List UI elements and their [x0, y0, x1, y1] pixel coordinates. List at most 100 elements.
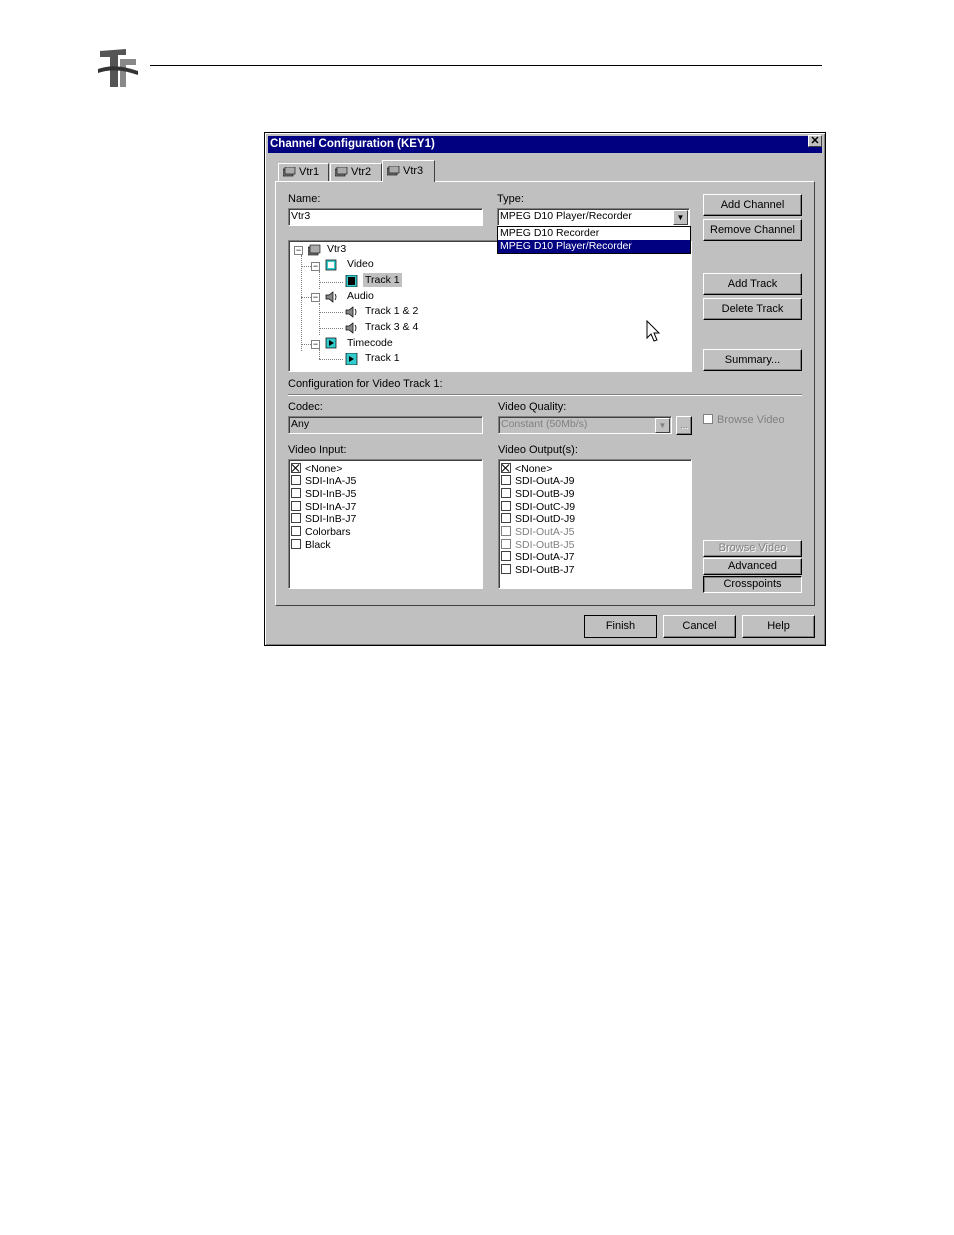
- type-select[interactable]: MPEG D10 Player/Recorder ▼: [497, 208, 690, 226]
- finish-button[interactable]: Finish: [584, 615, 657, 638]
- speaker-icon: [325, 291, 337, 303]
- tab-panel: Name: Vtr3 Type: MPEG D10 Player/Recorde…: [275, 181, 815, 606]
- collapse-icon[interactable]: −: [311, 262, 320, 271]
- list-item-label: SDI-OutC-J9: [515, 501, 576, 513]
- timecode-track-icon: [345, 353, 358, 365]
- list-item[interactable]: SDI-InA-J5: [291, 475, 356, 488]
- list-item-label: SDI-InA-J5: [305, 475, 357, 487]
- checkbox[interactable]: [291, 488, 301, 498]
- type-dropdown-list: MPEG D10 Recorder MPEG D10 Player/Record…: [497, 226, 691, 254]
- remove-channel-button[interactable]: Remove Channel: [703, 219, 802, 241]
- timecode-icon: [325, 337, 337, 349]
- browse-video-button: Browse Video: [703, 540, 802, 557]
- list-item[interactable]: SDI-InB-J5: [291, 488, 356, 501]
- checkbox[interactable]: [501, 551, 511, 561]
- vtr-icon: [308, 244, 321, 256]
- list-item[interactable]: Black: [291, 539, 331, 552]
- list-item-label: <None>: [305, 463, 343, 475]
- tab-vtr1[interactable]: Vtr1: [278, 163, 329, 181]
- checkbox[interactable]: [291, 501, 301, 511]
- browse-video-option: Browse Video: [703, 414, 785, 426]
- checkbox[interactable]: [291, 526, 301, 536]
- tree-node-timecode[interactable]: Timecode: [347, 336, 393, 350]
- list-item[interactable]: SDI-OutB-J7: [501, 564, 575, 577]
- checkbox: [501, 526, 511, 536]
- list-item[interactable]: SDI-OutB-J9: [501, 488, 575, 501]
- checkbox: [501, 539, 511, 549]
- name-field[interactable]: Vtr3: [288, 208, 483, 226]
- tree-node-video[interactable]: Video: [347, 257, 374, 271]
- checkbox[interactable]: [501, 501, 511, 511]
- video-outputs-list[interactable]: <None> SDI-OutA-J9 SDI-OutB-J9 SDI-OutC-…: [498, 459, 692, 589]
- tree-node-audio[interactable]: Audio: [347, 289, 374, 303]
- tab-vtr2[interactable]: Vtr2: [330, 163, 382, 181]
- list-item-label: Colorbars: [305, 526, 351, 538]
- close-button[interactable]: ✕: [808, 135, 822, 147]
- checkbox[interactable]: [291, 513, 301, 523]
- checkbox[interactable]: [501, 463, 511, 473]
- type-select-value: MPEG D10 Player/Recorder: [500, 210, 632, 222]
- tree-node-audio-track-1[interactable]: Track 1 & 2: [365, 304, 418, 318]
- summary-button[interactable]: Summary...: [703, 349, 802, 371]
- video-quality-label: Video Quality:: [498, 401, 567, 413]
- type-label: Type:: [497, 193, 524, 205]
- checkbox[interactable]: [291, 475, 301, 485]
- add-channel-button[interactable]: Add Channel: [703, 194, 802, 216]
- list-item[interactable]: SDI-OutA-J7: [501, 551, 575, 564]
- checkbox[interactable]: [501, 513, 511, 523]
- list-item-label: SDI-OutD-J9: [515, 513, 576, 525]
- delete-track-button[interactable]: Delete Track: [703, 298, 802, 320]
- company-logo-icon: [96, 45, 140, 91]
- header-rule: [150, 65, 822, 66]
- tree-node-video-track[interactable]: Track 1: [363, 273, 402, 287]
- help-button[interactable]: Help: [742, 615, 815, 638]
- tab-vtr3[interactable]: Vtr3: [382, 160, 435, 182]
- checkbox[interactable]: [291, 463, 301, 473]
- config-heading: Configuration for Video Track 1:: [288, 378, 443, 390]
- tree-node-audio-track-2[interactable]: Track 3 & 4: [365, 320, 418, 334]
- vtr-icon: [387, 166, 400, 176]
- checkbox[interactable]: [291, 539, 301, 549]
- video-input-list[interactable]: <None> SDI-InA-J5 SDI-InB-J5 SDI-InA-J7 …: [288, 459, 483, 589]
- channel-tree[interactable]: − Vtr3 − Video Track 1 − Audio Track 1 &…: [288, 240, 692, 372]
- checkbox[interactable]: [501, 475, 511, 485]
- collapse-icon[interactable]: −: [294, 246, 303, 255]
- codec-field: Any: [288, 416, 483, 434]
- dialog-title: Channel Configuration (KEY1): [268, 136, 822, 153]
- video-quality-more-button: ...: [676, 416, 692, 435]
- cancel-button[interactable]: Cancel: [663, 615, 736, 638]
- dropdown-arrow-icon[interactable]: ▼: [673, 210, 688, 225]
- collapse-icon[interactable]: −: [311, 340, 320, 349]
- video-input-label: Video Input:: [288, 444, 347, 456]
- video-quality-value: Constant (50Mb/s): [501, 418, 588, 430]
- add-track-button[interactable]: Add Track: [703, 273, 802, 295]
- list-item-label: SDI-OutA-J7: [515, 551, 575, 563]
- advanced-button[interactable]: Advanced: [703, 558, 802, 575]
- list-item[interactable]: SDI-InB-J7: [291, 513, 356, 526]
- browse-video-label: Browse Video: [717, 414, 785, 426]
- list-item: SDI-OutA-J5: [501, 526, 575, 539]
- film-track-icon: [345, 275, 358, 287]
- speaker-icon: [345, 322, 357, 334]
- crosspoints-button[interactable]: Crosspoints: [703, 576, 802, 593]
- list-item-label: Black: [305, 539, 331, 551]
- list-item-label: SDI-InB-J7: [305, 513, 357, 525]
- list-item-label: SDI-InA-J7: [305, 501, 357, 513]
- list-item-label: SDI-OutA-J9: [515, 475, 575, 487]
- type-option-player-recorder[interactable]: MPEG D10 Player/Recorder: [498, 240, 690, 253]
- checkbox[interactable]: [501, 564, 511, 574]
- name-label: Name:: [288, 193, 321, 205]
- channel-configuration-dialog: Channel Configuration (KEY1) ✕ Vtr1 Vtr2…: [264, 132, 826, 646]
- list-item-label: <None>: [515, 463, 553, 475]
- list-item-label: SDI-OutB-J5: [515, 539, 575, 551]
- list-item[interactable]: Colorbars: [291, 526, 351, 539]
- mouse-pointer-icon: [646, 320, 661, 342]
- list-item-label: SDI-OutB-J9: [515, 488, 575, 500]
- list-item[interactable]: SDI-OutA-J9: [501, 475, 575, 488]
- list-item[interactable]: SDI-OutD-J9: [501, 513, 575, 526]
- tree-node-root[interactable]: Vtr3: [327, 242, 346, 256]
- tree-node-timecode-track[interactable]: Track 1: [365, 351, 400, 365]
- checkbox[interactable]: [501, 488, 511, 498]
- type-option-recorder[interactable]: MPEG D10 Recorder: [498, 227, 690, 240]
- collapse-icon[interactable]: −: [311, 293, 320, 302]
